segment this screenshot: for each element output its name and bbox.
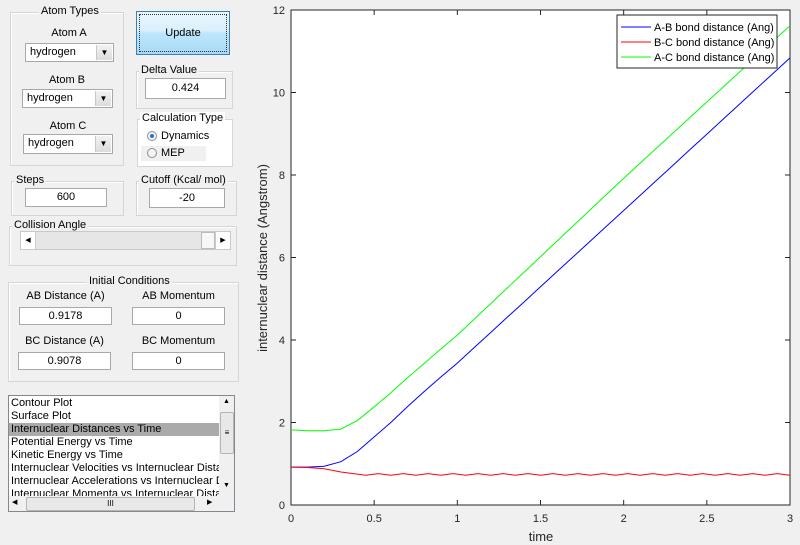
x-tick-label: 1.5 — [533, 513, 548, 525]
y-tick-label: 10 — [273, 88, 285, 100]
y-tick-label: 2 — [279, 418, 285, 430]
y-tick-label: 6 — [279, 253, 285, 265]
x-tick-label: 2.5 — [699, 513, 714, 525]
x-tick-label: 0 — [288, 513, 294, 525]
chart-legend: A-B bond distance (Ang) B-C bond distance… — [616, 14, 778, 69]
y-tick-label: 4 — [279, 335, 285, 347]
x-tick-label: 0.5 — [367, 513, 382, 525]
legend-entry: B-C bond distance (Ang) — [654, 37, 774, 49]
x-tick-label: 3 — [787, 513, 793, 525]
y-tick-label: 0 — [279, 500, 285, 512]
y-tick-label: 8 — [279, 170, 285, 182]
plot-area — [290, 9, 791, 506]
x-tick-label: 2 — [621, 513, 627, 525]
x-axis-label: time — [529, 529, 554, 544]
legend-entry: A-B bond distance (Ang) — [654, 22, 774, 34]
x-tick-label: 1 — [454, 513, 460, 525]
y-axis-label: internuclear distance (Angstrom) — [255, 164, 270, 352]
y-tick-label: 12 — [273, 5, 285, 17]
legend-entry: A-C bond distance (Ang) — [654, 52, 774, 64]
internuclear-distance-chart: 0 0.5 1 1.5 2 2.5 3 0 2 4 6 8 10 12 time internuclear… — [255, 5, 793, 544]
